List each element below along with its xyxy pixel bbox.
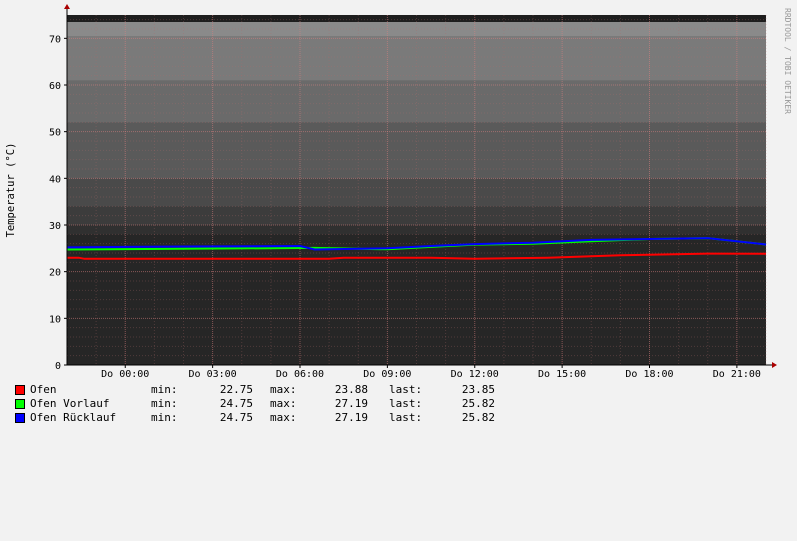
- legend-row: Ofen Rücklauf min: 24.75 max: 27.19 last…: [15, 411, 495, 425]
- legend-last-value: 25.82: [461, 411, 495, 424]
- legend-label: Ofen: [30, 383, 57, 396]
- legend-swatch-ofen-ruecklauf: [15, 413, 25, 423]
- legend-last-value: 25.82: [461, 397, 495, 410]
- y-tick-label: 60: [49, 81, 61, 92]
- y-tick-label: 0: [55, 361, 61, 372]
- x-axis-arrow: [772, 362, 777, 368]
- legend-swatch-ofen-vorlauf: [15, 399, 25, 409]
- legend-max-label: max:: [270, 383, 297, 396]
- legend-row: Ofen min: 22.75 max: 23.88 last: 23.85: [15, 383, 495, 397]
- x-tick-labels: Do 00:00 Do 03:00 Do 06:00 Do 09:00 Do 12:00…: [101, 365, 761, 380]
- y-tick-label: 30: [49, 221, 61, 232]
- y-tick-label: 50: [49, 128, 61, 139]
- legend-row: Ofen Vorlauf min: 24.75 max: 27.19 last:…: [15, 397, 495, 411]
- legend-last-value: 23.85: [461, 383, 495, 396]
- x-tick-label: Do 15:00: [538, 369, 586, 380]
- chart-canvas: 0 10 20 30 40 50 60 70 Do 00:00 Do 03:00 Do 06:00…: [5, 4, 792, 380]
- x-tick-label: Do 21:00: [713, 369, 761, 380]
- legend-max-label: max:: [270, 411, 297, 424]
- legend-label: Ofen Rücklauf: [30, 411, 117, 424]
- legend-label: Ofen Vorlauf: [30, 397, 110, 410]
- y-axis-label: Temperatur (°C): [5, 143, 17, 238]
- legend-last-label: last:: [389, 383, 423, 396]
- y-tick-label: 20: [49, 268, 61, 279]
- y-axis-arrow: [64, 4, 70, 9]
- legend-min-value: 22.75: [219, 383, 253, 396]
- x-tick-label: Do 03:00: [189, 369, 237, 380]
- legend-max-value: 27.19: [334, 411, 368, 424]
- y-tick-label: 10: [49, 314, 61, 325]
- legend-max-value: 27.19: [334, 397, 368, 410]
- legend-max-label: max:: [270, 397, 297, 410]
- x-tick-label: Do 09:00: [363, 369, 411, 380]
- y-tick-label: 40: [49, 174, 61, 185]
- legend: Ofen min: 22.75 max: 23.88 last: 23.85 O…: [15, 383, 495, 425]
- x-tick-label: Do 12:00: [451, 369, 499, 380]
- legend-max-value: 23.88: [334, 383, 368, 396]
- legend-min-label: min:: [151, 383, 178, 396]
- x-tick-label: Do 06:00: [276, 369, 324, 380]
- x-tick-label: Do 00:00: [101, 369, 149, 380]
- legend-swatch-ofen: [15, 385, 25, 395]
- y-tick-label: 70: [49, 34, 61, 45]
- y-tick-labels: 0 10 20 30 40 50 60 70: [49, 34, 67, 372]
- legend-min-value: 24.75: [219, 411, 253, 424]
- legend-min-value: 24.75: [219, 397, 253, 410]
- temperature-graph: 0 10 20 30 40 50 60 70 Do 00:00 Do 03:00 Do 06:00…: [0, 0, 797, 433]
- legend-last-label: last:: [389, 411, 423, 424]
- legend-min-label: min:: [151, 397, 178, 410]
- rrdtool-watermark: RRDTOOL / TOBI OETIKER: [783, 8, 792, 114]
- x-tick-label: Do 18:00: [625, 369, 673, 380]
- legend-last-label: last:: [389, 397, 423, 410]
- legend-min-label: min:: [151, 411, 178, 424]
